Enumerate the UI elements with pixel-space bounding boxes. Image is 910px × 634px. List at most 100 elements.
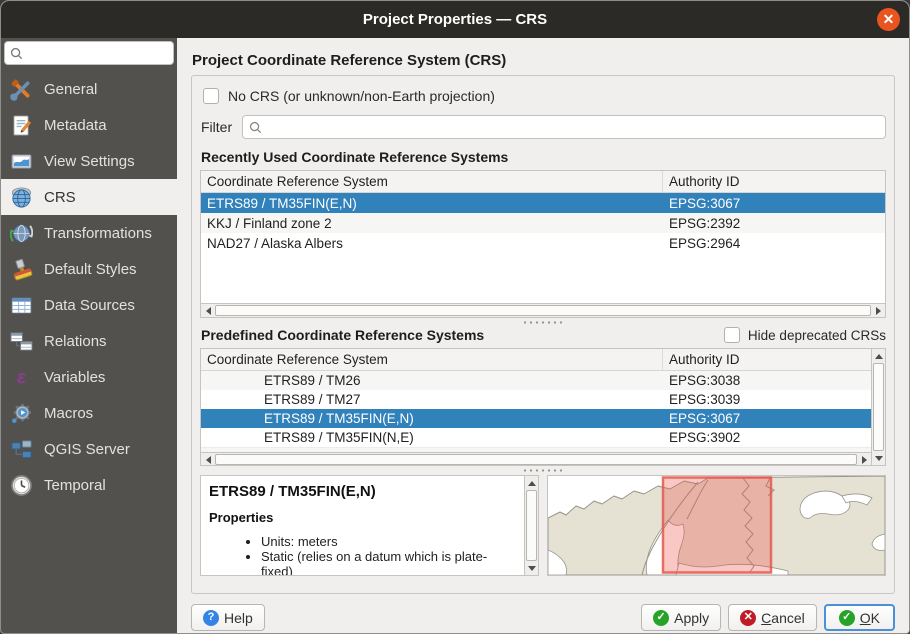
hide-deprecated-row: Hide deprecated CRSs [724, 327, 886, 343]
crs-extent-map-preview [547, 475, 886, 576]
filter-input[interactable] [267, 120, 879, 135]
column-header-crs[interactable]: Coordinate Reference System [201, 349, 663, 370]
sidebar: General Metadata View Settings CRS Trans [1, 38, 177, 634]
paintbrush-icon [10, 258, 33, 281]
close-icon[interactable]: ✕ [877, 8, 900, 31]
authority-cell: EPSG:3902 [663, 430, 871, 445]
sidebar-item-relations[interactable]: Relations [1, 323, 177, 359]
column-header-authority[interactable]: Authority ID [663, 352, 871, 367]
table-row[interactable]: KKJ / Finland zone 2 EPSG:2392 [201, 213, 885, 233]
crs-name-cell: ETRS89 / TM27 [201, 392, 663, 407]
scroll-right-icon[interactable] [871, 304, 885, 318]
sidebar-search-box[interactable] [4, 41, 174, 65]
column-header-authority[interactable]: Authority ID [663, 174, 885, 189]
sidebar-nav: General Metadata View Settings CRS Trans [1, 71, 177, 503]
sidebar-item-temporal[interactable]: Temporal [1, 467, 177, 503]
help-button[interactable]: ? Help [191, 604, 265, 631]
sidebar-search-input[interactable] [27, 46, 168, 61]
predefined-crs-heading: Predefined Coordinate Reference Systems [201, 327, 484, 343]
cancel-button-label: Cancel [761, 610, 805, 626]
recent-crs-heading: Recently Used Coordinate Reference Syste… [201, 149, 886, 165]
scrollbar-thumb[interactable] [215, 305, 871, 316]
table-empty-area [201, 253, 885, 303]
authority-cell: EPSG:3038 [663, 373, 871, 388]
sidebar-item-data-sources[interactable]: Data Sources [1, 287, 177, 323]
scroll-up-icon[interactable] [872, 349, 886, 363]
search-icon [249, 121, 262, 134]
crs-extent-highlight [663, 478, 771, 573]
sidebar-item-label: Data Sources [44, 297, 135, 314]
sidebar-item-label: Transformations [44, 225, 152, 242]
window-title: Project Properties — CRS [363, 11, 547, 28]
authority-cell: EPSG:3039 [663, 392, 871, 407]
scroll-down-icon[interactable] [525, 561, 539, 575]
sidebar-item-label: Relations [44, 333, 107, 350]
table-row[interactable]: ETRS89 / TM35FIN(N,E) EPSG:3902 [201, 428, 871, 447]
splitter-handle[interactable] [200, 466, 886, 475]
ok-button[interactable]: ✓ OK [824, 604, 895, 631]
scroll-down-icon[interactable] [872, 451, 886, 465]
clock-icon [10, 474, 33, 497]
scrollbar-thumb[interactable] [215, 454, 857, 465]
scrollbar-thumb[interactable] [873, 363, 884, 451]
sidebar-item-view-settings[interactable]: View Settings [1, 143, 177, 179]
sidebar-item-general[interactable]: General [1, 71, 177, 107]
sidebar-item-label: General [44, 81, 97, 98]
relations-tables-icon [10, 330, 33, 353]
cancel-button[interactable]: ✕ Cancel [728, 604, 817, 631]
search-icon [10, 47, 23, 60]
main-content: Project Coordinate Reference System (CRS… [177, 38, 909, 634]
horizontal-scrollbar[interactable] [201, 303, 885, 317]
authority-cell: EPSG:3067 [663, 411, 871, 426]
sidebar-item-transformations[interactable]: Transformations [1, 215, 177, 251]
svg-text:ε: ε [17, 367, 27, 388]
apply-button[interactable]: ✓ Apply [641, 604, 721, 631]
hide-deprecated-label: Hide deprecated CRSs [748, 328, 886, 343]
sidebar-item-label: Metadata [44, 117, 107, 134]
table-row[interactable]: ETRS89 / TM35FIN(E,N) EPSG:3067 [201, 193, 885, 213]
splitter-handle[interactable] [200, 318, 886, 327]
column-header-crs[interactable]: Coordinate Reference System [201, 171, 663, 192]
map-view-icon [10, 150, 33, 173]
crs-property-item: Static (relies on a datum which is plate… [261, 549, 516, 575]
dialog-button-row: ? Help ✓ Apply ✕ Cancel ✓ OK [191, 604, 895, 631]
table-row[interactable]: ETRS89 / TM26 EPSG:3038 [201, 371, 871, 390]
filter-label: Filter [201, 119, 232, 135]
crs-name-cell: ETRS89 / TM35FIN(E,N) [201, 196, 663, 211]
scroll-right-icon[interactable] [857, 453, 871, 466]
vertical-scrollbar[interactable] [524, 476, 538, 575]
crs-groupbox: No CRS (or unknown/non-Earth projection)… [191, 75, 895, 594]
hide-deprecated-checkbox[interactable] [724, 327, 740, 343]
scrollbar-thumb[interactable] [526, 490, 537, 561]
scroll-left-icon[interactable] [201, 304, 215, 318]
sidebar-item-macros[interactable]: Macros [1, 395, 177, 431]
table-row[interactable]: ETRS89 / TM35FIN(E,N) EPSG:3067 [201, 409, 871, 428]
scroll-left-icon[interactable] [201, 453, 215, 466]
no-crs-checkbox[interactable] [203, 88, 219, 104]
table-row[interactable]: ETRS89 / TM27 EPSG:3039 [201, 390, 871, 409]
horizontal-scrollbar[interactable] [201, 452, 871, 466]
filter-row: Filter [201, 115, 886, 139]
filter-input-box[interactable] [242, 115, 886, 139]
titlebar: Project Properties — CRS ✕ [1, 1, 909, 38]
epsilon-variable-icon: ε [10, 366, 33, 389]
vertical-scrollbar[interactable] [871, 349, 885, 465]
metadata-document-icon [10, 114, 33, 137]
sidebar-item-variables[interactable]: ε Variables [1, 359, 177, 395]
scroll-up-icon[interactable] [525, 476, 539, 490]
project-properties-dialog: Project Properties — CRS ✕ General Metad… [0, 0, 910, 634]
tools-icon [10, 78, 33, 101]
no-crs-row: No CRS (or unknown/non-Earth projection) [203, 88, 886, 104]
sidebar-item-metadata[interactable]: Metadata [1, 107, 177, 143]
crs-details-title: ETRS89 / TM35FIN(E,N) [209, 483, 516, 500]
ok-button-label: OK [860, 610, 880, 626]
crs-name-cell: ETRS89 / TM35FIN(E,N) [201, 411, 663, 426]
crs-properties-list: Units: meters Static (relies on a datum … [209, 534, 516, 575]
recent-crs-table: Coordinate Reference System Authority ID… [200, 170, 886, 318]
sidebar-item-crs[interactable]: CRS [1, 179, 177, 215]
table-row[interactable]: NAD27 / Alaska Albers EPSG:2964 [201, 233, 885, 253]
help-icon: ? [203, 610, 219, 626]
sidebar-item-default-styles[interactable]: Default Styles [1, 251, 177, 287]
transformations-globe-icon [10, 222, 33, 245]
sidebar-item-qgis-server[interactable]: QGIS Server [1, 431, 177, 467]
